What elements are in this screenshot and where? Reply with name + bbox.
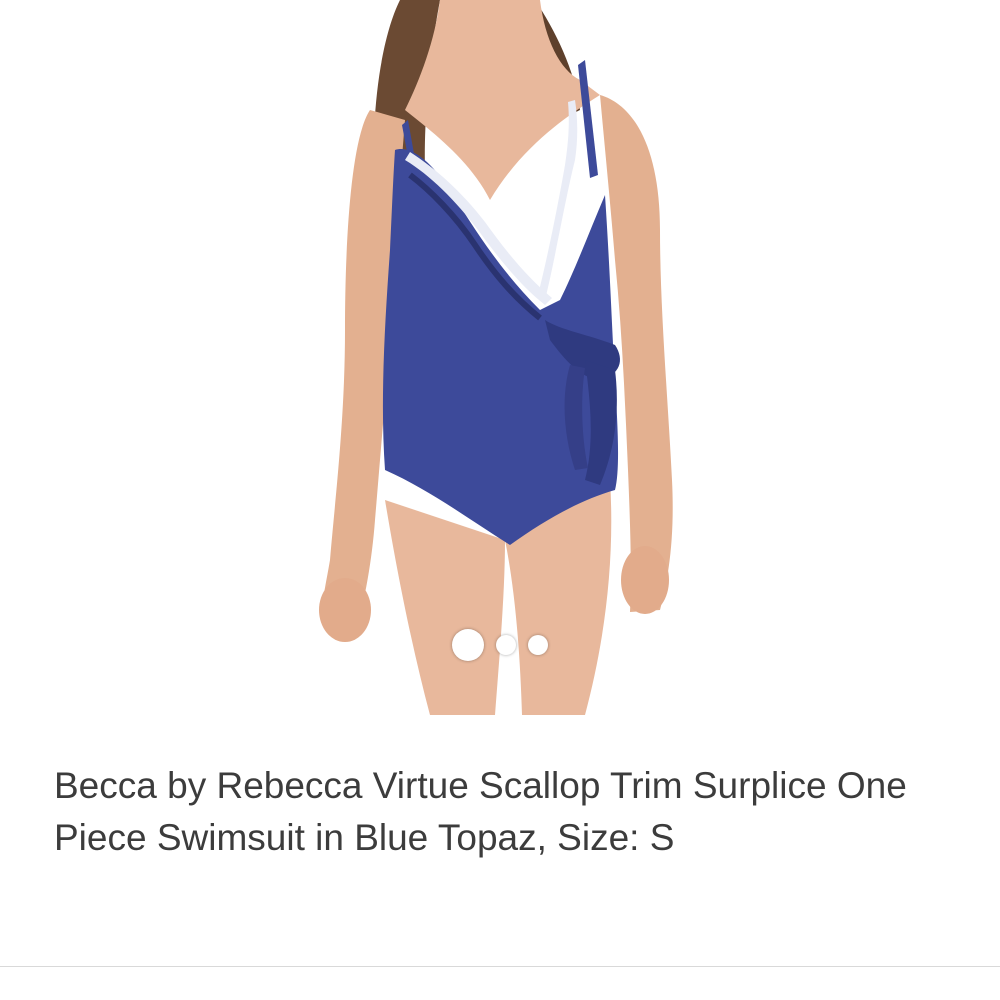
product-photo[interactable] bbox=[0, 0, 1000, 715]
divider bbox=[0, 966, 1000, 967]
carousel-dot-3[interactable] bbox=[528, 635, 548, 655]
carousel-dot-2[interactable] bbox=[496, 635, 516, 655]
product-image-carousel[interactable] bbox=[0, 0, 1000, 715]
product-page: Becca by Rebecca Virtue Scallop Trim Sur… bbox=[0, 0, 1000, 1000]
carousel-dot-1[interactable] bbox=[452, 629, 484, 661]
product-title: Becca by Rebecca Virtue Scallop Trim Sur… bbox=[54, 765, 907, 858]
carousel-pagination bbox=[0, 628, 1000, 662]
